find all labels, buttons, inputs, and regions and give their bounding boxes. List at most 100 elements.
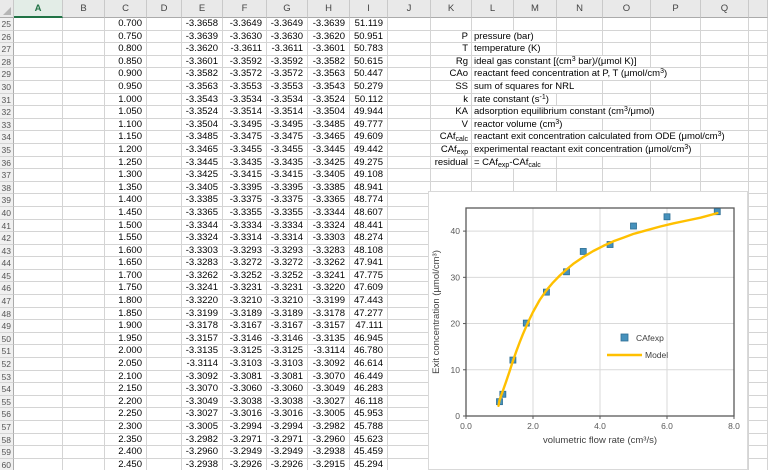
cell[interactable]: -3.3543 [182,94,223,107]
cell[interactable] [147,119,182,132]
cell[interactable] [388,434,431,447]
cell[interactable] [63,434,105,447]
cell[interactable] [14,396,63,409]
row-header[interactable]: 40 [0,207,14,220]
cell[interactable] [147,358,182,371]
cell[interactable]: 50.447 [350,68,388,81]
cell[interactable] [63,131,105,144]
cell[interactable]: -3.3210 [223,295,267,308]
cell[interactable] [557,18,603,31]
cell[interactable] [557,31,603,44]
cell[interactable] [388,119,431,132]
cell[interactable]: -3.3485 [308,119,350,132]
cell[interactable]: -3.3060 [267,383,308,396]
cell[interactable]: 46.614 [350,358,388,371]
cell[interactable]: -3.3241 [308,270,350,283]
cell[interactable]: -3.3262 [182,270,223,283]
cell[interactable]: -3.3157 [308,320,350,333]
cell[interactable]: 1.700 [105,270,147,283]
cell[interactable]: -3.2938 [308,446,350,459]
cell[interactable] [147,257,182,270]
cell[interactable] [388,446,431,459]
cell[interactable]: -3.2960 [182,446,223,459]
cell[interactable] [63,56,105,69]
cell[interactable] [603,94,651,107]
cell[interactable] [749,56,768,69]
cell[interactable]: -3.3092 [308,358,350,371]
cell-description[interactable]: reactor volume (cm3) [472,119,514,132]
cell[interactable]: 48.441 [350,220,388,233]
cell[interactable]: 1.000 [105,94,147,107]
cell[interactable] [557,43,603,56]
cell-symbol[interactable]: P [431,31,472,44]
cell[interactable] [14,18,63,31]
cell[interactable]: -3.3415 [267,169,308,182]
cell[interactable] [749,383,768,396]
cell[interactable]: 51.119 [350,18,388,31]
column-header-P[interactable]: P [651,0,701,18]
cell[interactable] [749,157,768,170]
cell[interactable]: 0.900 [105,68,147,81]
cell[interactable] [147,434,182,447]
cell[interactable]: -3.3146 [223,333,267,346]
cell[interactable]: -3.3553 [267,81,308,94]
cell[interactable]: 2.000 [105,345,147,358]
cell[interactable]: -3.3283 [308,245,350,258]
cell[interactable]: -3.3167 [267,320,308,333]
cell[interactable] [651,31,701,44]
cell[interactable]: -3.3601 [182,56,223,69]
cell[interactable]: -3.3543 [308,81,350,94]
cell[interactable] [749,131,768,144]
cell[interactable] [388,18,431,31]
cell[interactable] [388,459,431,470]
cell[interactable]: 1.400 [105,194,147,207]
cell[interactable] [14,434,63,447]
cell[interactable] [388,371,431,384]
cell[interactable] [701,94,749,107]
cell-symbol[interactable]: CAfcalc [431,131,472,144]
cell[interactable] [749,434,768,447]
cell[interactable]: -3.3241 [182,282,223,295]
cell-symbol[interactable]: Rg [431,56,472,69]
cell[interactable] [603,43,651,56]
row-header[interactable]: 36 [0,157,14,170]
cell[interactable]: 47.775 [350,270,388,283]
cell[interactable] [651,43,701,56]
cell[interactable]: -3.3167 [223,320,267,333]
row-header[interactable]: 51 [0,345,14,358]
cell[interactable] [388,320,431,333]
cell[interactable] [63,94,105,107]
cell[interactable]: -3.3060 [223,383,267,396]
cell[interactable]: -3.2949 [223,446,267,459]
column-header-L[interactable]: L [472,0,514,18]
cell[interactable]: -3.3199 [182,308,223,321]
cell[interactable]: -3.3395 [223,182,267,195]
cell[interactable] [651,56,701,69]
cell[interactable] [147,270,182,283]
cell[interactable]: -3.3658 [182,18,223,31]
cell[interactable]: -3.3220 [182,295,223,308]
cell[interactable] [147,144,182,157]
cell[interactable]: -3.3344 [308,207,350,220]
cell[interactable] [63,320,105,333]
cell[interactable]: -3.3252 [223,270,267,283]
cell[interactable] [514,18,557,31]
cell[interactable]: -3.3553 [223,81,267,94]
series-cafexp-points[interactable] [497,209,721,405]
cell[interactable] [472,18,514,31]
cell[interactable]: 47.111 [350,320,388,333]
cell[interactable]: 1.950 [105,333,147,346]
cell[interactable]: -3.2960 [308,434,350,447]
cell[interactable]: 50.279 [350,81,388,94]
cell[interactable] [63,194,105,207]
cell[interactable] [603,157,651,170]
cell[interactable]: 49.609 [350,131,388,144]
cell[interactable] [388,194,431,207]
cell[interactable]: -3.3303 [182,245,223,258]
cell[interactable] [701,68,749,81]
cell[interactable] [651,119,701,132]
row-header[interactable]: 26 [0,31,14,44]
cell-symbol[interactable]: residual [431,157,472,170]
cell[interactable]: 45.294 [350,459,388,470]
cell[interactable]: 1.750 [105,282,147,295]
